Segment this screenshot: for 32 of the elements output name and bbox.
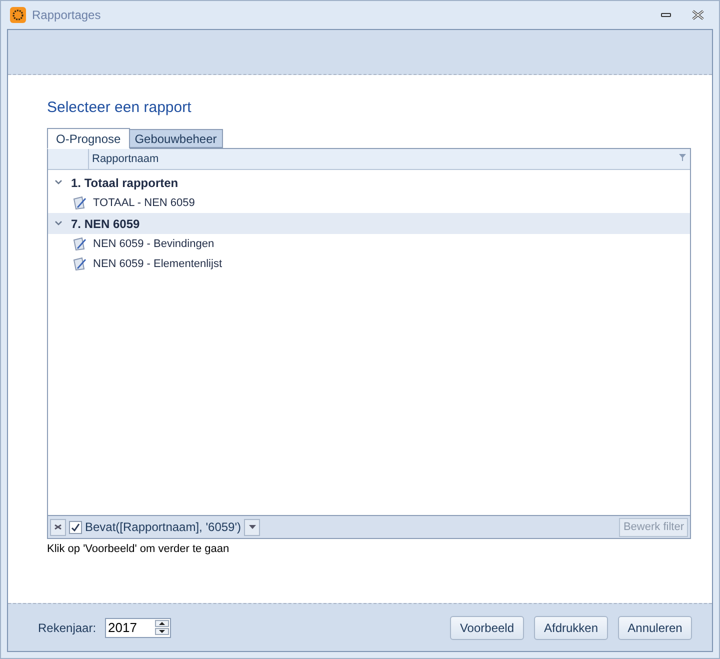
filter-checkbox[interactable] bbox=[69, 520, 82, 534]
report-name[interactable]: NEN 6059 - Bevindingen bbox=[93, 236, 214, 252]
decrement-icon[interactable] bbox=[155, 628, 170, 634]
filter-dropdown-button[interactable] bbox=[244, 518, 260, 536]
group-label: 1. Totaal rapporten bbox=[71, 174, 178, 192]
group-row[interactable]: 7. NEN 6059 bbox=[48, 213, 690, 234]
tab[interactable]: O-Prognose bbox=[47, 128, 130, 149]
chevron-down-icon[interactable] bbox=[55, 221, 62, 226]
report-icon bbox=[73, 196, 87, 210]
dialog-heading: Selecteer een rapport bbox=[47, 98, 192, 117]
close-icon bbox=[54, 524, 62, 530]
dialog-button[interactable]: Annuleren bbox=[618, 616, 692, 640]
dialog-button[interactable]: Voorbeeld bbox=[450, 616, 524, 640]
report-icon bbox=[73, 237, 87, 251]
clear-filter-button[interactable] bbox=[50, 518, 66, 536]
app-icon bbox=[10, 7, 26, 23]
filter-expression: Bevat([Rapportnaam], '6059') bbox=[85, 519, 241, 536]
year-spinner[interactable]: 2017 bbox=[105, 618, 172, 638]
chevron-down-icon[interactable] bbox=[55, 180, 62, 185]
close-icon bbox=[692, 10, 704, 20]
group-row[interactable]: 1. Totaal rapporten bbox=[48, 172, 690, 193]
window-title: Rapportages bbox=[32, 7, 101, 24]
caret-down-icon bbox=[248, 525, 256, 529]
tab[interactable]: Gebouwbeheer bbox=[130, 129, 223, 148]
report-name[interactable]: TOTAAL - NEN 6059 bbox=[93, 194, 195, 212]
report-name[interactable]: NEN 6059 - Elementenlijst bbox=[93, 256, 222, 272]
hint-text: Klik op 'Voorbeeld' om verder te gaan bbox=[47, 542, 230, 557]
year-label: Rekenjaar: bbox=[38, 620, 96, 636]
dialog-button[interactable]: Afdrukken bbox=[534, 616, 608, 640]
report-icon bbox=[73, 257, 87, 271]
group-label: 7. NEN 6059 bbox=[71, 216, 140, 232]
increment-icon[interactable] bbox=[155, 620, 170, 626]
